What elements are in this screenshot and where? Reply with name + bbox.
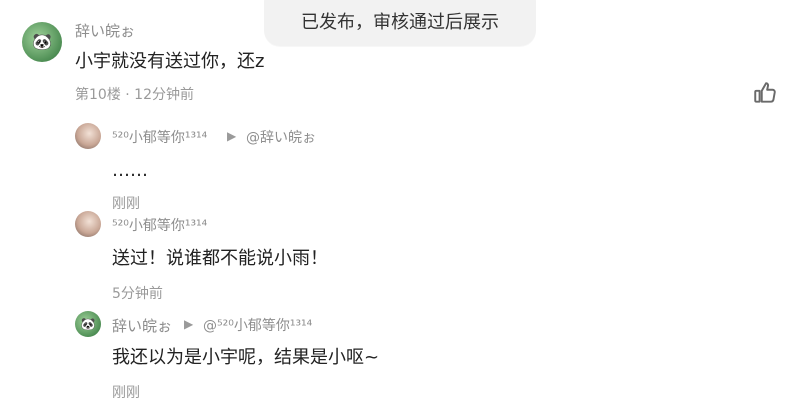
main-comment-meta: 第10楼 · 12分钟前 [75,87,194,103]
thumbs-up-icon[interactable] [752,80,778,106]
reply-2-text: 送过！说谁都不能说小雨！ [112,248,328,269]
play-arrow-icon: ▶ [227,129,237,143]
toast-notification: 已发布，审核通过后展示 [264,0,536,46]
reply-3-text: 我还以为是小宇呢，结果是小呕~ [112,347,380,368]
avatar-reply-2[interactable] [75,211,101,237]
avatar-main-commenter[interactable]: 🐼 [22,22,62,62]
reply-2-time: 5分钟前 [112,286,163,302]
reply-3-username[interactable]: 辞い皖ぉ [112,315,172,336]
reply-1-reply-to[interactable]: @辞い皖ぉ [246,127,316,147]
main-comment-text: 小宇就没有送过你，还z [75,51,265,72]
reply-3-time: 刚刚 [112,385,140,401]
reply-3-reply-to[interactable]: @⁵²⁰小郁等你¹³¹⁴ [203,315,312,335]
panda-icon: 🐼 [32,32,52,51]
reply-2-username[interactable]: ⁵²⁰小郁等你¹³¹⁴ [112,215,207,235]
panda-icon: 🐼 [80,317,96,331]
avatar-reply-1[interactable] [75,123,101,149]
avatar-reply-3[interactable]: 🐼 [75,311,101,337]
play-arrow-icon: ▶ [184,317,194,331]
reply-1-username[interactable]: ⁵²⁰小郁等你¹³¹⁴ [112,127,207,147]
toast-text: 已发布，审核通过后展示 [301,12,499,33]
reply-1-time: 刚刚 [112,196,140,212]
main-commenter-name[interactable]: 辞い皖ぉ [75,20,135,41]
reply-1-text: …… [112,160,148,181]
